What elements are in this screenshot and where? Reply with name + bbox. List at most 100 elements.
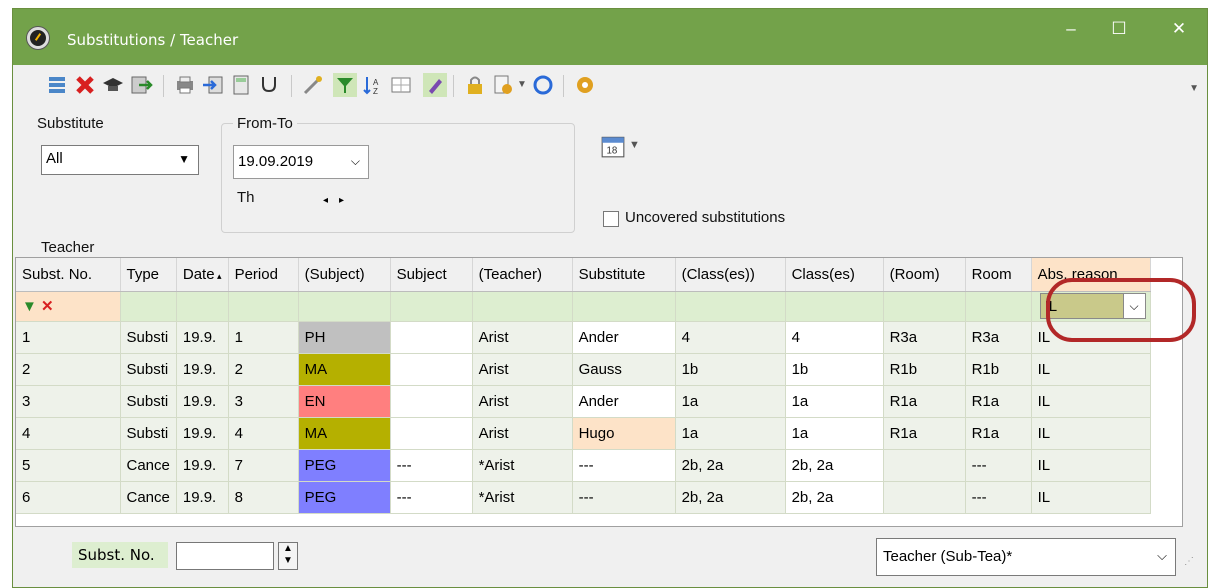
wand-icon[interactable]	[301, 73, 325, 97]
subject-cell[interactable]	[390, 417, 473, 450]
column-header[interactable]: Subst. No.	[16, 258, 121, 292]
room-cell[interactable]: ---	[965, 481, 1032, 514]
date-picker[interactable]: 19.09.2019 ⌵	[233, 145, 369, 179]
substitute-combo[interactable]: All ▼	[41, 145, 199, 175]
substitute-cell[interactable]: Gauss	[572, 353, 676, 386]
column-header[interactable]: Substitute	[572, 258, 676, 292]
subject-orig-cell[interactable]: EN	[298, 385, 391, 418]
maximize-button[interactable]: ☐	[1099, 15, 1139, 43]
date-cell[interactable]: 19.9.	[176, 417, 229, 450]
export-icon[interactable]	[129, 73, 153, 97]
classes-cell[interactable]: 2b, 2a	[785, 481, 884, 514]
date-cell[interactable]: 19.9.	[176, 321, 229, 354]
teacher-orig-cell[interactable]: Arist	[472, 385, 573, 418]
refresh-icon[interactable]	[531, 73, 555, 97]
room-cell[interactable]: R1b	[965, 353, 1032, 386]
filter-icon[interactable]	[333, 73, 357, 97]
substitute-cell[interactable]: Ander	[572, 321, 676, 354]
column-header[interactable]: Room	[965, 258, 1032, 292]
column-header[interactable]: Period	[228, 258, 299, 292]
classes-orig-cell[interactable]: 1b	[675, 353, 786, 386]
room-orig-cell[interactable]: R1a	[883, 417, 966, 450]
settings-dropdown-icon[interactable]: ▼	[517, 79, 527, 90]
classes-cell[interactable]: 1a	[785, 417, 884, 450]
table-row[interactable]: 4 Substi 19.9. 4 MA Arist Hugo 1a 1a R1a R1a IL	[16, 417, 1151, 450]
teacher-orig-cell[interactable]: *Arist	[472, 449, 573, 482]
period-cell[interactable]: 8	[228, 481, 299, 514]
type-cell[interactable]: Substi	[120, 353, 177, 386]
room-orig-cell[interactable]	[883, 481, 966, 514]
column-header[interactable]: (Teacher)	[472, 258, 573, 292]
type-cell[interactable]: Substi	[120, 321, 177, 354]
classes-orig-cell[interactable]: 2b, 2a	[675, 481, 786, 514]
period-cell[interactable]: 2	[228, 353, 299, 386]
abs-reason-cell[interactable]: IL	[1031, 417, 1151, 450]
substitute-cell[interactable]: ---	[572, 481, 676, 514]
subst-no-cell[interactable]: 1	[16, 321, 121, 354]
column-header[interactable]: Abs. reason	[1031, 258, 1151, 292]
calendar-dropdown-icon[interactable]: ▼	[629, 139, 640, 151]
settings-icon[interactable]	[491, 73, 515, 97]
delete-icon[interactable]	[73, 73, 97, 97]
subject-cell[interactable]	[390, 353, 473, 386]
subst-no-cell[interactable]: 4	[16, 417, 121, 450]
abs-reason-cell[interactable]: IL	[1031, 449, 1151, 482]
toolbar-overflow-icon[interactable]: ▼	[1189, 83, 1199, 94]
clear-filter-icon[interactable]: ✕	[41, 298, 54, 315]
import-icon[interactable]	[201, 73, 225, 97]
uncovered-checkbox[interactable]	[603, 211, 619, 227]
column-header[interactable]: (Room)	[883, 258, 966, 292]
subst-no-input[interactable]	[176, 542, 274, 570]
chevron-down-icon[interactable]: ⌵	[1157, 548, 1167, 564]
teacher-orig-cell[interactable]: Arist	[472, 321, 573, 354]
date-cell[interactable]: 19.9.	[176, 385, 229, 418]
table-row[interactable]: 5 Cance 19.9. 7 PEG --- *Arist --- 2b, 2a 2b, 2a -…	[16, 449, 1151, 482]
subject-cell[interactable]	[390, 321, 473, 354]
abs-reason-cell[interactable]: IL	[1031, 321, 1151, 354]
subject-cell[interactable]: ---	[390, 449, 473, 482]
table-row[interactable]: 1 Substi 19.9. 1 PH Arist Ander 4 4 R3a R3a IL	[16, 321, 1151, 354]
column-header[interactable]: Date ▴	[176, 258, 229, 292]
table-row[interactable]: 3 Substi 19.9. 3 EN Arist Ander 1a 1a R1a R1a IL	[16, 385, 1151, 418]
classes-cell[interactable]: 1b	[785, 353, 884, 386]
calculator-icon[interactable]	[229, 73, 253, 97]
date-cell[interactable]: 19.9.	[176, 449, 229, 482]
resize-grip-icon[interactable]: ⋰	[1184, 556, 1194, 567]
subject-orig-cell[interactable]: MA	[298, 417, 391, 450]
table-row[interactable]: 6 Cance 19.9. 8 PEG --- *Arist --- 2b, 2a 2b, 2a -…	[16, 481, 1151, 514]
classes-cell[interactable]: 4	[785, 321, 884, 354]
room-orig-cell[interactable]: R3a	[883, 321, 966, 354]
chevron-down-icon[interactable]: ⌵	[351, 154, 360, 169]
table-row[interactable]: 2 Substi 19.9. 2 MA Arist Gauss 1b 1b R1b R1b IL	[16, 353, 1151, 386]
gear-icon[interactable]	[573, 73, 597, 97]
sort-icon[interactable]: AZ	[361, 73, 385, 97]
subject-cell[interactable]: ---	[390, 481, 473, 514]
title-bar[interactable]: Substitutions / Teacher – ☐ ✕	[13, 9, 1207, 65]
subst-no-cell[interactable]: 6	[16, 481, 121, 514]
chevron-down-icon[interactable]: ▼	[178, 152, 190, 166]
classes-orig-cell[interactable]: 1a	[675, 385, 786, 418]
edit-icon[interactable]	[423, 73, 447, 97]
room-orig-cell[interactable]: R1a	[883, 385, 966, 418]
type-cell[interactable]: Cance	[120, 481, 177, 514]
view-combo[interactable]: Teacher (Sub-Tea)* ⌵	[876, 538, 1176, 576]
chevron-down-icon[interactable]: ⌵	[1122, 294, 1145, 318]
list-icon[interactable]	[45, 73, 69, 97]
column-header[interactable]: (Subject)	[298, 258, 391, 292]
substitute-cell[interactable]: Hugo	[572, 417, 676, 450]
abs-reason-cell[interactable]: IL	[1031, 385, 1151, 418]
stethoscope-icon[interactable]	[257, 73, 281, 97]
teacher-orig-cell[interactable]: *Arist	[472, 481, 573, 514]
lock-icon[interactable]	[463, 73, 487, 97]
subject-cell[interactable]	[390, 385, 473, 418]
classes-orig-cell[interactable]: 1a	[675, 417, 786, 450]
print-icon[interactable]	[173, 73, 197, 97]
subject-orig-cell[interactable]: PEG	[298, 481, 391, 514]
room-cell[interactable]: R3a	[965, 321, 1032, 354]
teacher-orig-cell[interactable]: Arist	[472, 353, 573, 386]
subst-no-cell[interactable]: 2	[16, 353, 121, 386]
abs-reason-cell[interactable]: IL	[1031, 353, 1151, 386]
subject-orig-cell[interactable]: PEG	[298, 449, 391, 482]
next-day-icon[interactable]: ▸	[339, 195, 344, 206]
period-cell[interactable]: 7	[228, 449, 299, 482]
